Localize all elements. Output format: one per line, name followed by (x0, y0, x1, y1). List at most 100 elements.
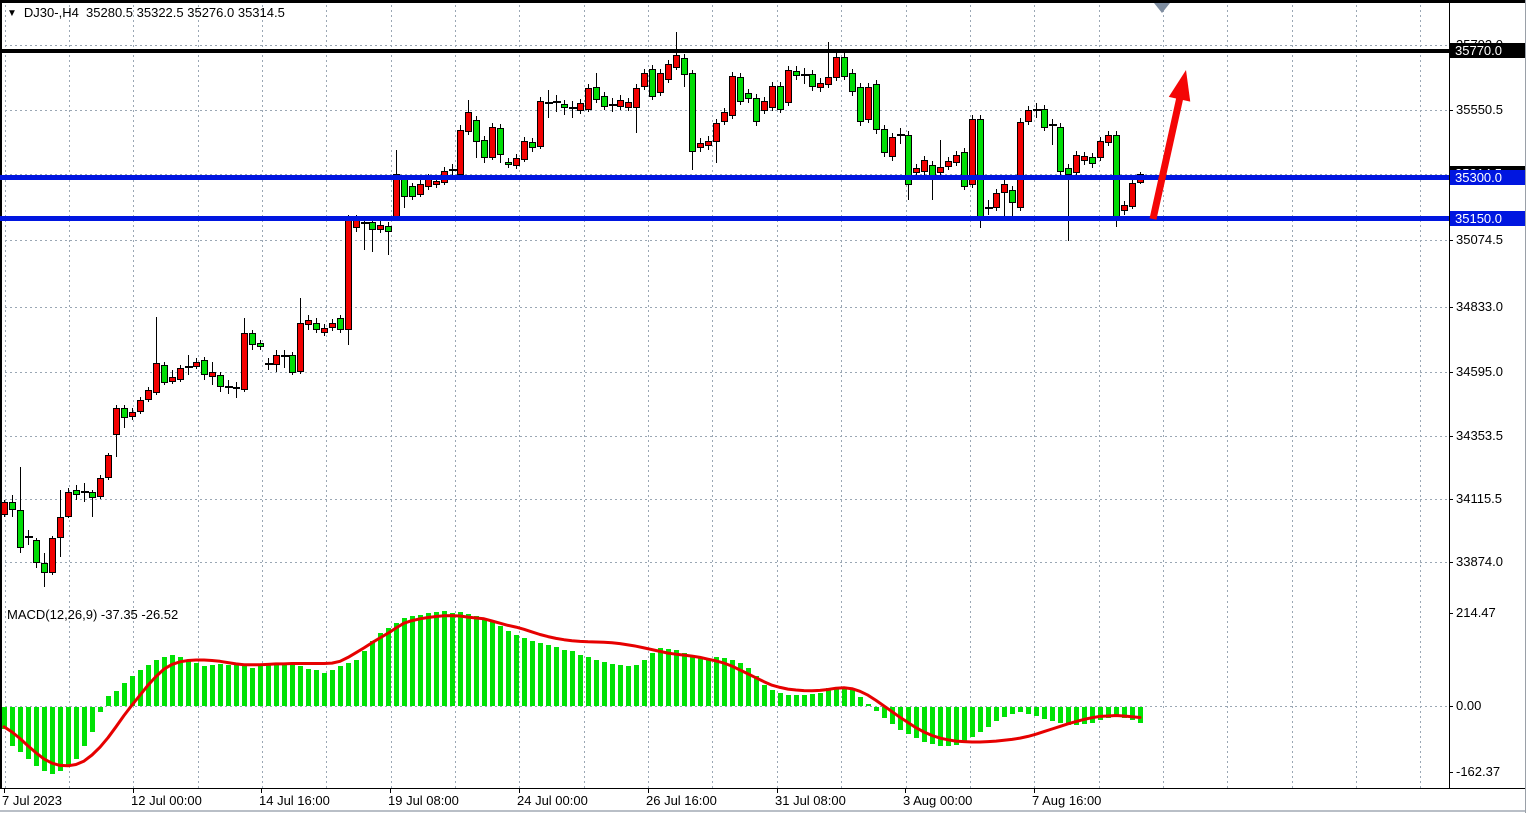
macd-histogram-bar (202, 666, 207, 706)
macd-v-gridline (906, 601, 907, 788)
macd-histogram-bar (962, 707, 967, 742)
price-axis[interactable]: 35792.035550.535074.534833.034595.034353… (1449, 0, 1526, 789)
macd-histogram-bar (322, 673, 327, 706)
candle-body (233, 387, 240, 390)
v-gridline (1099, 0, 1100, 597)
candle-body (209, 372, 216, 377)
macd-histogram-bar (154, 660, 159, 706)
candle-body (513, 158, 520, 166)
candle-body (417, 184, 424, 195)
time-label: 7 Aug 16:00 (1032, 793, 1101, 808)
trend-arrow[interactable] (1153, 70, 1190, 219)
candle-body (1089, 157, 1096, 164)
macd-histogram-bar (74, 707, 79, 759)
candle-body (329, 323, 336, 328)
candle-body (249, 333, 256, 345)
level-line-35770.0[interactable] (0, 49, 1449, 53)
candle-body (681, 58, 688, 75)
candle-body (33, 540, 40, 563)
macd-histogram-bar (266, 663, 271, 706)
candle-body (881, 129, 888, 153)
level-line-35300.0[interactable] (0, 175, 1449, 180)
macd-histogram-bar (186, 660, 191, 706)
candle-body (753, 98, 760, 122)
macd-v-gridline (970, 601, 971, 788)
v-gridline (262, 0, 263, 597)
candle-body (337, 318, 344, 330)
price-label: 34115.5 (1456, 492, 1502, 506)
frame-border-left (0, 0, 2, 789)
candle-body (169, 377, 176, 382)
macd-histogram-bar (778, 693, 783, 706)
main-chart-plot[interactable]: ▼DJ30-,H4 35280.5 35322.5 35276.0 35314.… (0, 0, 1449, 597)
macd-histogram-bar (762, 685, 767, 706)
macd-histogram-bar (674, 650, 679, 706)
time-label: 12 Jul 00:00 (131, 793, 202, 808)
macd-histogram-bar (586, 657, 591, 706)
macd-histogram-bar (378, 633, 383, 706)
candle-body (113, 408, 120, 435)
macd-histogram-bar (146, 665, 151, 706)
candle-body (777, 86, 784, 110)
price-label: 34353.5 (1456, 429, 1503, 443)
macd-histogram-bar (986, 707, 991, 727)
h-gridline (0, 436, 1449, 437)
candle-body (65, 492, 72, 517)
macd-histogram-bar (666, 649, 671, 706)
macd-histogram-bar (290, 665, 295, 706)
candle-body (217, 375, 224, 387)
macd-histogram-bar (370, 641, 375, 706)
v-gridline (198, 0, 199, 597)
macd-histogram-bar (562, 650, 567, 706)
candle-body (665, 64, 672, 80)
macd-histogram-bar (506, 631, 511, 706)
candle-doji (1033, 109, 1041, 111)
macd-histogram-bar (610, 664, 615, 706)
candle-body (1097, 141, 1104, 158)
macd-histogram-bar (306, 669, 311, 706)
macd-v-gridline (648, 601, 649, 788)
macd-histogram-bar (482, 618, 487, 706)
candle-body (489, 127, 496, 158)
candle-body (1017, 122, 1024, 208)
time-axis[interactable]: 7 Jul 202312 Jul 00:0014 Jul 16:0019 Jul… (0, 789, 1526, 811)
candle-body (497, 128, 504, 155)
candle-body (409, 186, 416, 197)
macd-histogram-bar (706, 660, 711, 706)
level-line-35150.0[interactable] (0, 216, 1449, 221)
macd-indicator-label: MACD(12,26,9) -37.35 -26.52 (7, 607, 178, 622)
time-label: 19 Jul 08:00 (388, 793, 459, 808)
macd-axis-label: -162.37 (1456, 765, 1500, 779)
v-gridline (1356, 0, 1357, 597)
macd-histogram-bar (458, 612, 463, 706)
candle-body (713, 123, 720, 142)
candle-body (793, 71, 800, 76)
macd-histogram-bar (1130, 707, 1135, 720)
h-gridline (0, 240, 1449, 241)
candle-body (841, 57, 848, 77)
macd-histogram-bar (906, 707, 911, 734)
candle-body (785, 70, 792, 103)
macd-v-gridline (1356, 601, 1357, 788)
candle-doji (1049, 124, 1057, 126)
macd-histogram-bar (522, 638, 527, 706)
candle-doji (569, 107, 577, 109)
price-label: 34595.0 (1456, 365, 1503, 379)
macd-histogram-bar (978, 707, 983, 732)
candle-body (193, 362, 200, 367)
macd-histogram-bar (346, 663, 351, 706)
h-gridline (0, 499, 1449, 500)
macd-histogram-bar (218, 664, 223, 706)
candle-doji (25, 536, 33, 538)
macd-histogram-bar (554, 647, 559, 706)
v-gridline (133, 0, 134, 597)
macd-histogram-bar (818, 693, 823, 706)
candle-body (945, 161, 952, 167)
macd-histogram-bar (354, 660, 359, 706)
candle-body (577, 103, 584, 111)
macd-histogram-bar (914, 707, 919, 738)
v-gridline (1034, 0, 1035, 597)
macd-histogram-bar (1098, 707, 1103, 720)
macd-panel[interactable]: MACD(12,26,9) -37.35 -26.52 (0, 601, 1449, 788)
candle-body (177, 368, 184, 380)
